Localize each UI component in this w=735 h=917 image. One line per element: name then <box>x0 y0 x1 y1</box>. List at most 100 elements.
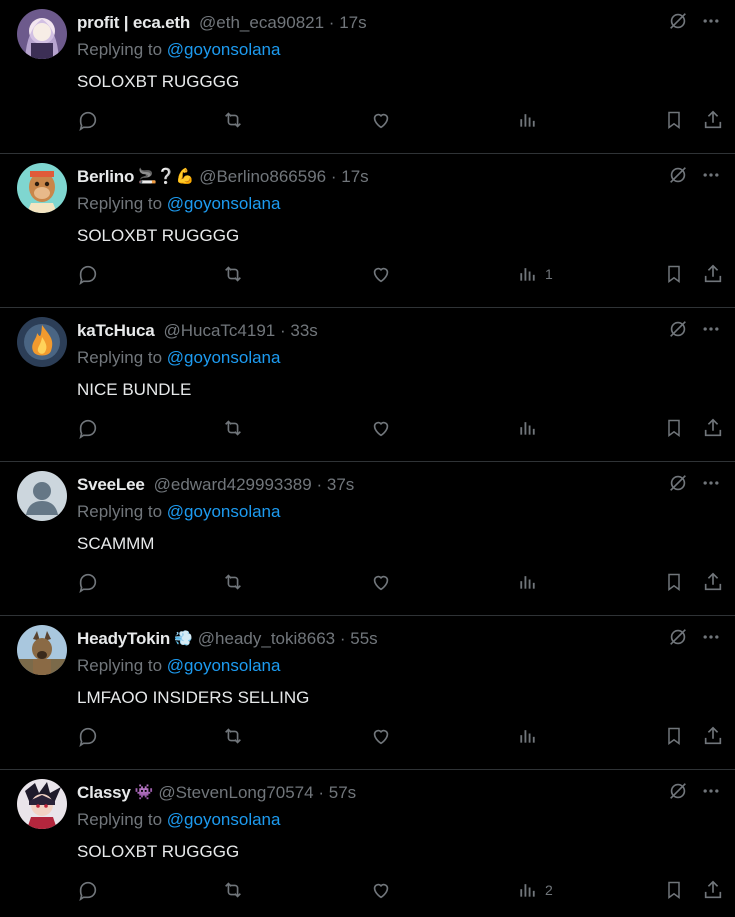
reply-item[interactable]: HeadyTokin 💨 @heady_toki8663 · 55s Replyin… <box>0 616 735 770</box>
reply-button[interactable] <box>77 569 99 595</box>
avatar[interactable] <box>17 471 67 521</box>
share-button[interactable] <box>702 569 724 595</box>
retweet-button[interactable] <box>221 723 245 749</box>
reply-text: LMFAOO INSIDERS SELLING <box>77 688 310 707</box>
more-icon[interactable] <box>701 319 721 339</box>
views-button[interactable] <box>517 569 545 595</box>
retweet-icon <box>225 574 241 590</box>
grok-icon[interactable] <box>667 164 689 186</box>
views-button[interactable] <box>517 723 545 749</box>
retweet-button[interactable] <box>221 877 245 903</box>
grok-icon[interactable] <box>667 10 689 32</box>
reply-top-actions <box>667 472 721 494</box>
bookmark-button[interactable] <box>664 261 684 287</box>
mention-link[interactable]: @goyonsolana <box>167 194 281 213</box>
timestamp[interactable]: 57s <box>329 783 356 802</box>
views-button[interactable]: 1 <box>517 261 553 287</box>
reply-top-actions <box>667 626 721 648</box>
share-button[interactable] <box>702 877 724 903</box>
more-icon[interactable] <box>701 11 721 31</box>
display-name[interactable]: kaTcHuca <box>77 321 155 340</box>
bookmark-button[interactable] <box>664 877 684 903</box>
replying-to-line: Replying to @goyonsolana <box>77 193 280 215</box>
user-handle[interactable]: @edward429993389 <box>154 475 312 494</box>
mention-link[interactable]: @goyonsolana <box>167 656 281 675</box>
mention-link[interactable]: @goyonsolana <box>167 810 281 829</box>
reply-action-bar <box>77 107 723 133</box>
replying-prefix: Replying to <box>77 810 163 829</box>
more-icon[interactable] <box>701 627 721 647</box>
reply-top-actions <box>667 164 721 186</box>
avatar-anime-icon <box>17 9 67 59</box>
reply-item[interactable]: profit | eca.eth @eth_eca90821 · 17s Repl… <box>0 0 735 154</box>
reply-button[interactable] <box>77 261 99 287</box>
separator-dot: · <box>316 475 323 494</box>
share-button[interactable] <box>702 261 724 287</box>
share-button[interactable] <box>702 723 724 749</box>
timestamp[interactable]: 17s <box>341 167 368 186</box>
like-button[interactable] <box>370 723 392 749</box>
display-name[interactable]: Berlino <box>77 167 134 186</box>
retweet-button[interactable] <box>221 415 245 441</box>
avatar[interactable] <box>17 317 67 367</box>
grok-icon[interactable] <box>667 318 689 340</box>
avatar[interactable] <box>17 779 67 829</box>
share-button[interactable] <box>702 107 724 133</box>
more-icon[interactable] <box>701 473 721 493</box>
display-name[interactable]: HeadyTokin <box>77 629 170 648</box>
views-button[interactable] <box>517 415 545 441</box>
like-button[interactable] <box>370 877 392 903</box>
timestamp[interactable]: 55s <box>350 629 377 648</box>
reply-button[interactable] <box>77 415 99 441</box>
mention-link[interactable]: @goyonsolana <box>167 40 281 59</box>
avatar[interactable] <box>17 9 67 59</box>
reply-header: Berlino 🚬❔💪 @Berlino866596 · 17s <box>77 166 369 188</box>
like-icon <box>373 575 389 591</box>
reply-item[interactable]: Classy 👾 @StevenLong70574 · 57s Replying t… <box>0 770 735 917</box>
retweet-button[interactable] <box>221 261 245 287</box>
reply-item[interactable]: Berlino 🚬❔💪 @Berlino866596 · 17s Replying … <box>0 154 735 308</box>
views-button[interactable] <box>517 107 545 133</box>
retweet-button[interactable] <box>221 107 245 133</box>
user-handle[interactable]: @HucaTc4191 <box>163 321 275 340</box>
grok-icon[interactable] <box>667 626 689 648</box>
timestamp[interactable]: 17s <box>339 13 366 32</box>
like-button[interactable] <box>370 415 392 441</box>
user-handle[interactable]: @StevenLong70574 <box>158 783 313 802</box>
display-name[interactable]: Classy <box>77 783 131 802</box>
avatar[interactable] <box>17 163 67 213</box>
reply-button[interactable] <box>77 107 99 133</box>
reply-action-bar: 1 <box>77 261 723 287</box>
bookmark-button[interactable] <box>664 723 684 749</box>
share-icon <box>704 110 722 129</box>
user-handle[interactable]: @Berlino866596 <box>199 167 326 186</box>
grok-icon[interactable] <box>667 472 689 494</box>
share-button[interactable] <box>702 415 724 441</box>
display-name[interactable]: SveeLee <box>77 475 145 494</box>
timestamp[interactable]: 33s <box>290 321 317 340</box>
like-button[interactable] <box>370 107 392 133</box>
timestamp[interactable]: 37s <box>327 475 354 494</box>
bookmark-button[interactable] <box>664 569 684 595</box>
user-handle[interactable]: @heady_toki8663 <box>198 629 335 648</box>
grok-icon[interactable] <box>667 780 689 802</box>
display-name[interactable]: profit | eca.eth <box>77 13 190 32</box>
mention-link[interactable]: @goyonsolana <box>167 502 281 521</box>
views-button[interactable]: 2 <box>517 877 553 903</box>
bookmark-button[interactable] <box>664 107 684 133</box>
like-button[interactable] <box>370 569 392 595</box>
retweet-button[interactable] <box>221 569 245 595</box>
replying-prefix: Replying to <box>77 656 163 675</box>
reply-button[interactable] <box>77 877 99 903</box>
reply-item[interactable]: kaTcHuca @HucaTc4191 · 33s Replying to @g… <box>0 308 735 462</box>
user-handle[interactable]: @eth_eca90821 <box>199 13 324 32</box>
like-button[interactable] <box>370 261 392 287</box>
more-icon[interactable] <box>701 165 721 185</box>
avatar-ape-icon <box>17 163 67 213</box>
more-icon[interactable] <box>701 781 721 801</box>
reply-button[interactable] <box>77 723 99 749</box>
mention-link[interactable]: @goyonsolana <box>167 348 281 367</box>
bookmark-button[interactable] <box>664 415 684 441</box>
reply-item[interactable]: SveeLee @edward429993389 · 37s Replying t… <box>0 462 735 616</box>
avatar[interactable] <box>17 625 67 675</box>
